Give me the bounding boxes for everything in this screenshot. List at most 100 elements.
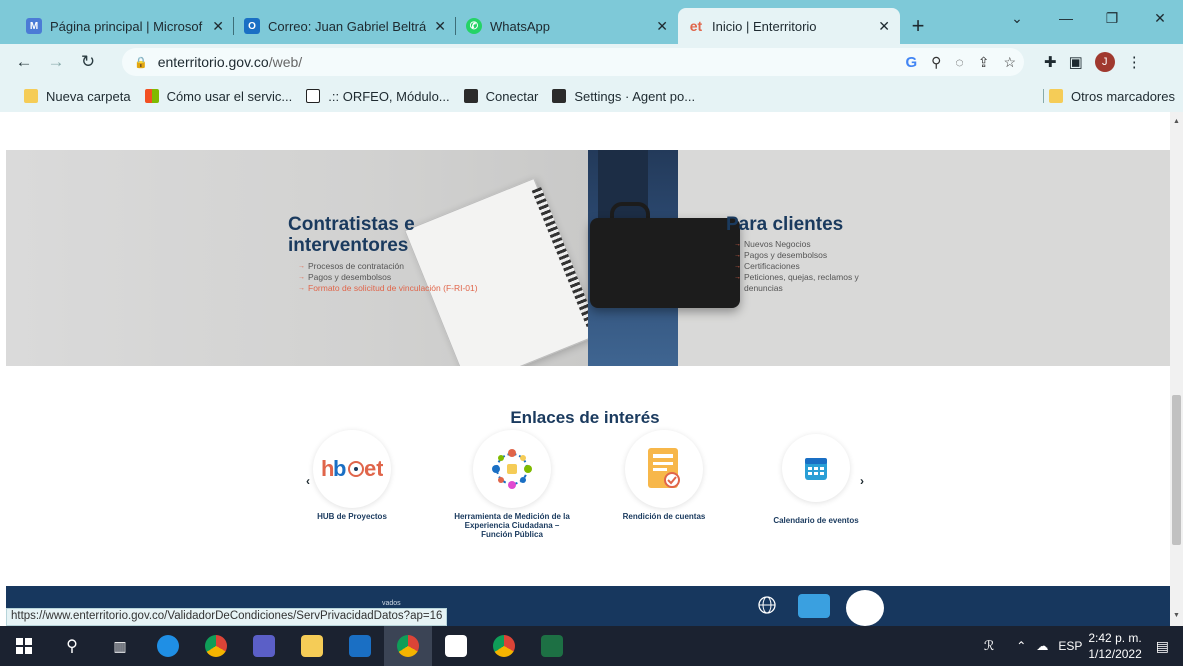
lock-icon[interactable]: 🔒: [134, 56, 148, 69]
bookmark-divider: [1043, 89, 1044, 103]
bookmark-label: Cómo usar el servic...: [166, 88, 293, 104]
teams-icon[interactable]: [240, 626, 288, 666]
bookmark-como-usar[interactable]: Cómo usar el servic...: [144, 88, 293, 104]
contractors-link[interactable]: Pagos y desembolsos: [298, 272, 488, 283]
eye-off-icon[interactable]: ◌: [955, 54, 963, 70]
enterritorio-kids-logo[interactable]: [798, 594, 830, 618]
clock[interactable]: 2:42 p. m. 1/12/2022: [1088, 630, 1141, 662]
scroll-thumb[interactable]: [1172, 395, 1181, 545]
hub-logo-icon: h b et: [313, 430, 391, 508]
category-banner: Contratistas e interventores Procesos de…: [6, 150, 1170, 366]
page-content: Contratistas e interventores Procesos de…: [0, 112, 1170, 626]
status-url: https://www.enterritorio.gov.co/Validado…: [6, 608, 448, 626]
tab-whatsapp[interactable]: ✆ WhatsApp ✕: [456, 8, 678, 44]
chevron-up-icon[interactable]: ⌃: [1016, 639, 1026, 653]
file-explorer-icon[interactable]: [288, 626, 336, 666]
tab-title: WhatsApp: [490, 18, 550, 34]
task-view-icon[interactable]: ▥: [96, 626, 144, 666]
bookmark-star-icon[interactable]: ☆: [1003, 54, 1016, 71]
clock-time: 2:42 p. m.: [1088, 631, 1142, 645]
tab-search-icon[interactable]: ⌄: [994, 0, 1040, 36]
chrome-profile-icon[interactable]: [480, 626, 528, 666]
contractors-link[interactable]: Procesos de contratación: [298, 261, 488, 272]
restore-icon[interactable]: ❐: [1089, 0, 1135, 36]
share-icon[interactable]: ⇪: [978, 54, 990, 71]
reload-icon[interactable]: ↻: [72, 46, 104, 78]
bookmark-label: Nueva carpeta: [46, 88, 131, 104]
menu-icon[interactable]: ⋮: [1127, 53, 1142, 71]
enterritorio-icon: et: [689, 18, 703, 34]
scroll-down-icon[interactable]: ▼: [1173, 612, 1180, 619]
contractors-image: [6, 150, 598, 366]
clients-link[interactable]: Peticiones, quejas, reclamos y denuncias: [734, 272, 894, 294]
language-indicator[interactable]: ESP: [1058, 639, 1082, 653]
people-icon[interactable]: ℛ: [984, 638, 994, 654]
url-host: enterritorio.gov.co: [157, 54, 269, 70]
minimize-icon[interactable]: —: [1043, 0, 1089, 36]
google-translate-icon[interactable]: G: [905, 54, 917, 71]
bookmark-nueva-carpeta[interactable]: Nueva carpeta: [24, 89, 131, 104]
bookmark-settings[interactable]: Settings · Agent po...: [552, 89, 695, 104]
cloud-icon[interactable]: ☁: [1036, 639, 1048, 653]
folder-icon: [24, 89, 38, 103]
excel-icon[interactable]: [528, 626, 576, 666]
tab-title: Inicio | Enterritorio: [712, 18, 817, 34]
clients-title[interactable]: Para clientes: [726, 214, 843, 235]
link-calendario-eventos[interactable]: Calendario de eventos: [756, 430, 876, 525]
clients-link[interactable]: Certificaciones: [734, 261, 894, 272]
tab-outlook[interactable]: O Correo: Juan Gabriel Beltrá ✕: [234, 8, 456, 44]
windows-start-icon[interactable]: [0, 626, 48, 666]
globe-icon[interactable]: [758, 596, 776, 614]
bookmark-otros[interactable]: Otros marcadores: [1048, 80, 1175, 112]
new-tab-button[interactable]: +: [900, 8, 936, 44]
zoom-icon[interactable]: ⚲: [931, 54, 941, 71]
store-icon[interactable]: [432, 626, 480, 666]
bookmark-orfeo[interactable]: .:: ORFEO, Módulo...: [306, 89, 450, 104]
bookmark-label: Conectar: [485, 88, 539, 104]
contractors-title[interactable]: Contratistas e interventores: [288, 214, 438, 256]
link-label: Calendario de eventos: [773, 516, 859, 525]
link-rendicion-cuentas[interactable]: Rendición de cuentas: [604, 430, 724, 521]
link-herramienta-medicion[interactable]: Herramienta de Medición de la Experienci…: [452, 430, 572, 539]
search-icon[interactable]: ⚲: [48, 626, 96, 666]
clients-link[interactable]: Pagos y desembolsos: [734, 250, 894, 261]
clients-link[interactable]: Nuevos Negocios: [734, 239, 894, 250]
close-icon[interactable]: ✕: [656, 18, 668, 35]
back-icon[interactable]: ←: [8, 46, 40, 78]
bookmark-label: Settings · Agent po...: [574, 88, 696, 104]
whatsapp-icon: ✆: [466, 18, 482, 34]
extensions-icon[interactable]: ✚: [1044, 53, 1057, 71]
contractors-list: Procesos de contratación Pagos y desembo…: [298, 261, 488, 294]
edge-icon[interactable]: [144, 626, 192, 666]
clients-list: Nuevos Negocios Pagos y desembolsos Cert…: [734, 239, 894, 294]
window-close-icon[interactable]: ✕: [1137, 0, 1183, 36]
link-hub-proyectos[interactable]: h b et HUB de Proyectos: [292, 430, 412, 521]
bookmark-conectar[interactable]: Conectar: [463, 88, 539, 104]
microsoft-icon: [144, 89, 159, 103]
scroll-up-icon[interactable]: ▲: [1173, 118, 1180, 125]
address-bar[interactable]: 🔒 enterritorio.gov.co/web/ G ⚲ ◌ ⇪ ☆: [122, 48, 1024, 76]
tab-title: Correo: Juan Gabriel Beltrá: [268, 18, 427, 34]
contractors-link[interactable]: Formato de solicitud de vinculación (F-R…: [298, 283, 488, 294]
chrome-active-icon[interactable]: [384, 626, 432, 666]
orfeo-icon: [306, 89, 321, 103]
avatar[interactable]: J: [1094, 52, 1115, 72]
tab-microsoft[interactable]: M Página principal | Microsof ✕: [16, 8, 234, 44]
url-path: /web/: [268, 54, 303, 70]
mail-icon[interactable]: [336, 626, 384, 666]
footer-rights: vados: [382, 600, 401, 607]
outlook-icon: O: [244, 18, 260, 34]
link-label: Rendición de cuentas: [622, 512, 706, 521]
close-icon[interactable]: ✕: [434, 18, 446, 35]
forward-icon[interactable]: →: [40, 46, 72, 78]
notification-icon[interactable]: ▤: [1156, 638, 1169, 655]
toolbar: ← → ↻ 🔒 enterritorio.gov.co/web/ G ⚲ ◌ ⇪…: [0, 44, 1183, 80]
scrollbar[interactable]: ▲ ▼: [1170, 112, 1183, 626]
tab-enterritorio[interactable]: et Inicio | Enterritorio ✕: [678, 8, 900, 44]
close-icon[interactable]: ✕: [212, 18, 224, 35]
chrome-icon[interactable]: [192, 626, 240, 666]
network-people-icon: [473, 430, 551, 508]
close-icon[interactable]: ✕: [878, 18, 890, 35]
pse-logo[interactable]: [846, 590, 884, 626]
side-panel-icon[interactable]: ▣: [1069, 53, 1083, 71]
